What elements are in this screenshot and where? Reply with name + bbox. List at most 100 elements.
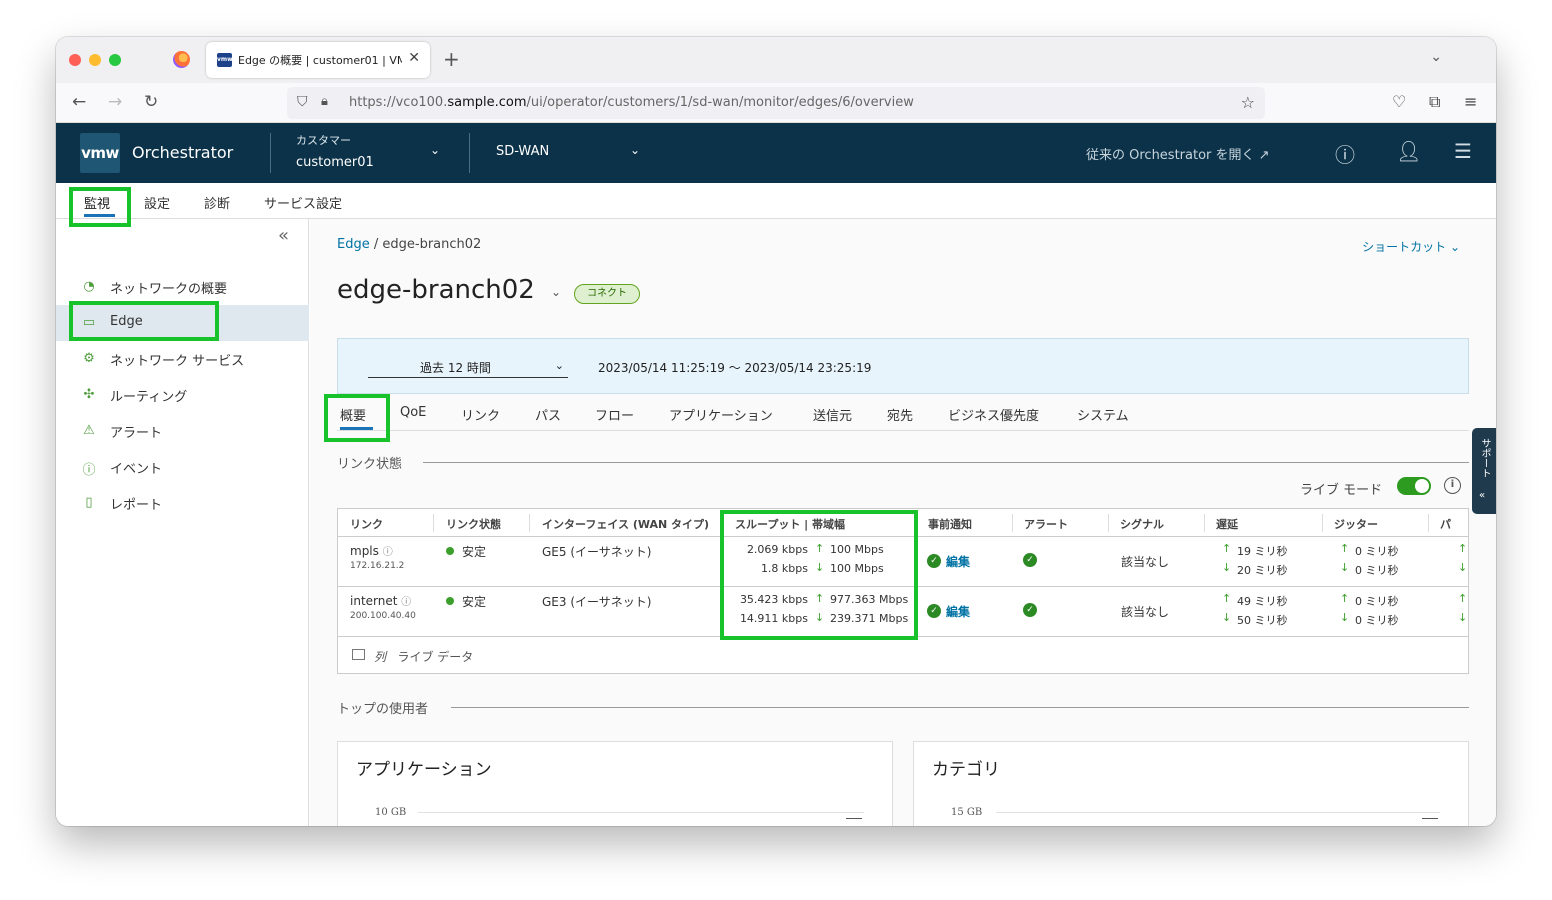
jitter-down: 0 ミリ秒 <box>1355 564 1399 577</box>
sidebar-item-routing[interactable]: ✣ ルーティング <box>56 377 309 413</box>
column-header-jitter[interactable]: ジッター <box>1334 516 1378 532</box>
categories-card: カテゴリ 15 GB <box>913 741 1469 826</box>
link-name: internet ⓘ <box>350 594 412 608</box>
sidebar-item-events[interactable]: ⓘ イベント <box>56 449 309 485</box>
legacy-orchestrator-link[interactable]: 従来の Orchestrator を開く ↗ <box>1086 144 1270 163</box>
sidebar-item-network-services[interactable]: ⚙ ネットワーク サービス <box>56 341 309 377</box>
breadcrumb-current: edge-branch02 <box>382 237 482 252</box>
app-header: vmw Orchestrator カスタマー customer01 ⌄ SD-W… <box>56 123 1496 183</box>
column-header-link-state[interactable]: リンク状態 <box>446 516 501 532</box>
browser-tab[interactable]: vmw Edge の概要 | customer01 | VMware ✕ <box>206 42 430 78</box>
service-value[interactable]: SD-WAN <box>496 144 549 159</box>
forward-arrow-icon[interactable]: → <box>108 92 122 112</box>
column-header-link[interactable]: リンク <box>350 516 383 532</box>
signal-value: 該当なし <box>1121 555 1170 569</box>
card-title: カテゴリ <box>932 760 1000 780</box>
info-icon[interactable]: ⓘ <box>401 597 411 608</box>
new-tab-plus-icon[interactable]: + <box>443 47 460 71</box>
tab-sources[interactable]: 送信元 <box>813 405 852 424</box>
breadcrumb-edge-link[interactable]: Edge <box>337 237 370 252</box>
column-separator <box>529 514 530 532</box>
collapse-sidebar-icon[interactable]: « <box>278 225 289 246</box>
tab-diagnostics[interactable]: 診断 <box>204 193 230 212</box>
support-side-tab[interactable]: サポート « <box>1472 428 1496 514</box>
tab-paths[interactable]: パス <box>535 405 561 424</box>
column-separator <box>1428 514 1429 532</box>
live-mode-toggle[interactable] <box>1397 477 1431 495</box>
url-text[interactable]: https://vco100.sample.com/ui/operator/cu… <box>349 95 914 110</box>
arrow-down-icon: ↓ <box>1458 611 1468 624</box>
stable-status-dot <box>446 597 454 605</box>
browser-window: vmw Edge の概要 | customer01 | VMware ✕ + ⌄… <box>56 37 1496 826</box>
hamburger-menu-icon[interactable]: ☰ <box>1454 139 1472 163</box>
tab-destinations[interactable]: 宛先 <box>887 405 913 424</box>
edit-notification-link[interactable]: 編集 <box>946 603 970 620</box>
tab-applications[interactable]: アプリケーション <box>669 405 773 424</box>
minimize-window-button[interactable] <box>89 54 101 66</box>
link-name: mpls ⓘ <box>350 544 393 558</box>
tracking-shield-icon[interactable]: ⛉ <box>297 94 308 110</box>
edge-selector-chevron-icon[interactable]: ⌄ <box>551 285 561 299</box>
user-icon[interactable]: 👤︎ <box>1396 139 1421 163</box>
columns-icon[interactable] <box>352 649 365 660</box>
app-menu-icon[interactable]: ≡ <box>1464 92 1477 111</box>
latency-down: 20 ミリ秒 <box>1237 564 1288 577</box>
pocket-icon[interactable]: ♡ <box>1392 92 1406 111</box>
chevron-down-icon[interactable]: ⌄ <box>430 143 440 157</box>
link-state: 安定 <box>446 593 486 610</box>
info-icon[interactable]: i <box>1444 477 1461 494</box>
tab-configure[interactable]: 設定 <box>144 193 170 212</box>
tab-service-settings[interactable]: サービス設定 <box>264 193 342 212</box>
column-separator <box>1322 514 1323 532</box>
arrow-down-icon: ↓ <box>1340 611 1350 624</box>
highlight-monitor-tab <box>69 187 131 227</box>
edit-notification-link[interactable]: 編集 <box>946 553 970 570</box>
link-ip: 172.16.21.2 <box>350 561 405 571</box>
column-header-packet-loss[interactable]: パ <box>1440 516 1451 532</box>
tab-business-priority[interactable]: ビジネス優先度 <box>948 405 1039 424</box>
chart-marker <box>846 818 862 819</box>
sidebar-item-network-overview[interactable]: ◔ ネットワークの概要 <box>56 269 309 305</box>
tab-system[interactable]: システム <box>1077 405 1129 424</box>
info-icon[interactable]: ⓘ <box>383 547 393 558</box>
column-header-notification[interactable]: 事前通知 <box>928 516 972 532</box>
column-header-latency[interactable]: 遅延 <box>1216 516 1238 532</box>
url-bar[interactable]: ⛉ 🔒︎ https://vco100.sample.com/ui/operat… <box>287 87 1265 119</box>
expand-chevron-icon: « <box>1479 490 1486 501</box>
customer-value[interactable]: customer01 <box>296 155 374 170</box>
extensions-icon[interactable]: ⧉ <box>1429 92 1440 112</box>
browser-tab-bar: vmw Edge の概要 | customer01 | VMware ✕ + ⌄ <box>56 37 1496 83</box>
tab-links[interactable]: リンク <box>461 405 500 424</box>
list-all-tabs-chevron-icon[interactable]: ⌄ <box>1430 49 1442 65</box>
back-arrow-icon[interactable]: ← <box>72 92 86 112</box>
column-header-signal[interactable]: シグナル <box>1120 516 1164 532</box>
arrow-down-icon: ↓ <box>1458 561 1468 574</box>
toggle-knob <box>1415 479 1429 493</box>
check-circle-icon: ✓ <box>1023 603 1037 617</box>
close-window-button[interactable] <box>69 54 81 66</box>
columns-toggle[interactable]: 列 <box>374 650 386 664</box>
app-name: Orchestrator <box>132 143 234 162</box>
sidebar-item-alerts[interactable]: ⚠ アラート <box>56 413 309 449</box>
column-header-alerts[interactable]: アラート <box>1024 516 1068 532</box>
help-icon[interactable]: ⓘ <box>1335 139 1355 168</box>
shortcut-menu[interactable]: ショートカット ⌄ <box>1362 238 1460 255</box>
tab-flows[interactable]: フロー <box>595 405 634 424</box>
tab-qoe[interactable]: QoE <box>400 405 426 420</box>
maximize-window-button[interactable] <box>109 54 121 66</box>
jitter-up: 0 ミリ秒 <box>1355 545 1399 558</box>
jitter-down: 0 ミリ秒 <box>1355 614 1399 627</box>
customer-label: カスタマー <box>296 134 351 147</box>
column-separator <box>433 514 434 532</box>
sidebar-item-reports[interactable]: ▯ レポート <box>56 485 309 521</box>
time-range-select[interactable]: 過去 12 時間 ⌄ <box>368 356 568 378</box>
column-header-interface[interactable]: インターフェイス (WAN タイプ) <box>542 516 709 532</box>
chevron-down-icon[interactable]: ⌄ <box>630 143 640 157</box>
gauge-icon: ◔ <box>83 279 95 294</box>
time-range-text: 2023/05/14 11:25:19 〜 2023/05/14 23:25:1… <box>598 361 872 375</box>
close-tab-icon[interactable]: ✕ <box>408 50 420 66</box>
lock-icon[interactable]: 🔒︎ <box>321 94 328 109</box>
bookmark-star-icon[interactable]: ☆ <box>1241 93 1255 112</box>
reload-icon[interactable]: ↻ <box>144 92 158 112</box>
check-circle-icon: ✓ <box>1023 553 1037 567</box>
